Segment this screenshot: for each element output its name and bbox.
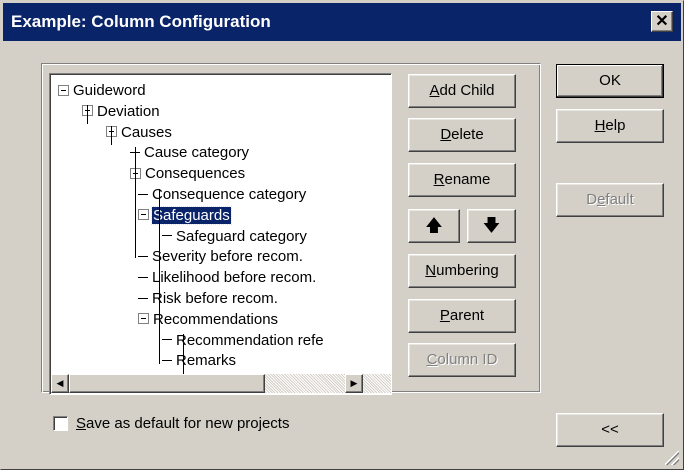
tree-node[interactable]: Consequences — [130, 164, 246, 184]
tree-node-label: Recommendations — [153, 310, 279, 328]
tree-node[interactable]: Safeguard category — [162, 227, 308, 247]
add-child-label-key: A — [429, 82, 440, 99]
ok-button[interactable]: OK — [556, 64, 664, 98]
tree-branch-line — [138, 297, 148, 299]
arrow-down-icon: 🡇 — [482, 216, 501, 235]
rename-button[interactable]: Rename — [408, 163, 516, 197]
move-up-button[interactable]: 🡅 — [408, 209, 460, 243]
tree-connector-line — [183, 334, 184, 374]
collapse-node-icon[interactable] — [58, 84, 69, 96]
dialog-window: Example: Column Configuration ✕ Guidewor… — [0, 0, 684, 470]
tree-connector-line — [135, 147, 136, 258]
tree-node[interactable]: Causes — [106, 123, 173, 143]
close-icon: ✕ — [655, 13, 669, 30]
save-default-checkbox-row[interactable]: Save as default for new projects — [53, 415, 289, 435]
delete-label-post: elete — [451, 126, 484, 143]
tree-branch-line — [138, 276, 148, 278]
tree-node-label: Likelihood before recom. — [152, 269, 317, 287]
numbering-label-post: umbering — [436, 262, 499, 279]
add-child-label-post: dd Child — [439, 82, 495, 99]
tree-branch-line — [162, 235, 172, 237]
tree-node-label: Severity before recom. — [152, 248, 303, 266]
tree-branch-line — [138, 255, 148, 257]
help-label-key: H — [594, 117, 606, 134]
default-label-pre: D — [586, 191, 598, 208]
tree-node[interactable]: Likelihood before recom. — [138, 268, 317, 288]
window-title: Example: Column Configuration — [11, 12, 271, 31]
tree-node-label: Remarks — [176, 352, 237, 370]
collapse-label: << — [601, 421, 619, 438]
tree-node-label: Consequence category — [152, 186, 307, 203]
parent-label-key: P — [439, 307, 450, 324]
parent-label-post: arent — [449, 307, 485, 324]
tree-node-label: Safeguards — [151, 205, 232, 225]
rename-label-key: R — [433, 171, 445, 188]
column-id-label-post: olumn ID — [437, 351, 498, 368]
horizontal-scroll-thumb[interactable] — [69, 374, 265, 393]
tree-node[interactable]: Safeguards — [138, 205, 232, 226]
column-tree[interactable]: Guideword Deviation Causes Cause category Co… — [49, 73, 392, 395]
tree-node-label: Consequences — [145, 165, 246, 183]
tree-node[interactable]: Deviation — [82, 102, 161, 122]
help-label-post: elp — [605, 117, 626, 134]
tree-node[interactable]: Recommendation refe — [162, 331, 325, 351]
tree-node[interactable]: Remarks — [162, 351, 237, 371]
default-label-post: fault — [605, 191, 634, 208]
save-default-label-post: ave as default for new projects — [86, 415, 290, 432]
tree-branch-line — [162, 339, 172, 341]
help-button[interactable]: Help — [556, 109, 664, 143]
tree-node-label: Safeguard category — [176, 227, 307, 245]
tree-connector-line — [159, 189, 160, 364]
scroll-right-arrow-icon[interactable]: ▶ — [345, 374, 363, 393]
tree-node[interactable]: Consequence category — [138, 185, 307, 205]
ok-label: OK — [599, 72, 621, 89]
default-button[interactable]: Default — [556, 183, 664, 217]
arrow-up-icon: 🡅 — [425, 216, 443, 235]
parent-button[interactable]: Parent — [408, 299, 516, 333]
title-bar[interactable]: Example: Column Configuration ✕ — [3, 3, 681, 41]
tree-node-label: Deviation — [97, 102, 160, 120]
move-down-button[interactable]: 🡇 — [467, 209, 516, 243]
default-label-key: e — [597, 191, 606, 208]
collapse-button[interactable]: << — [556, 413, 664, 447]
add-child-button[interactable]: Add Child — [408, 74, 516, 108]
tree-node-label: Recommendation refe — [176, 331, 324, 349]
collapse-node-icon[interactable] — [138, 209, 149, 221]
tree-branch-line — [138, 193, 148, 195]
collapse-node-icon[interactable] — [138, 313, 149, 325]
tree-connector-line — [159, 293, 160, 306]
tree-node-label: Causes — [121, 123, 172, 141]
resize-grip[interactable] — [665, 451, 679, 465]
tree-branch-line — [162, 359, 172, 361]
tree-node-label: Cause category — [144, 144, 250, 162]
tree-node[interactable]: Guideword — [58, 81, 147, 101]
tree-node-label: Guideword — [73, 82, 146, 99]
tree-node[interactable]: Severity before recom. — [138, 247, 304, 267]
save-default-label-key: S — [76, 415, 87, 432]
column-id-label-key: C — [426, 351, 438, 368]
tree-connector-line — [111, 126, 112, 145]
tree-connector-line — [87, 105, 88, 124]
scroll-left-arrow-icon[interactable]: ◀ — [51, 374, 69, 393]
numbering-label-key: N — [425, 262, 437, 279]
tree-node[interactable]: Cause category — [130, 143, 250, 163]
delete-button[interactable]: Delete — [408, 118, 516, 152]
tree-node-label: Risk before recom. — [152, 290, 278, 307]
numbering-button[interactable]: Numbering — [408, 254, 516, 288]
delete-label-key: D — [440, 126, 452, 143]
tree-horizontal-scrollbar[interactable]: ◀ ▶ — [51, 374, 391, 393]
close-button[interactable]: ✕ — [651, 11, 673, 32]
save-default-checkbox[interactable] — [53, 415, 68, 431]
rename-label-post: ename — [444, 171, 491, 188]
column-id-button[interactable]: Column ID — [408, 343, 516, 377]
